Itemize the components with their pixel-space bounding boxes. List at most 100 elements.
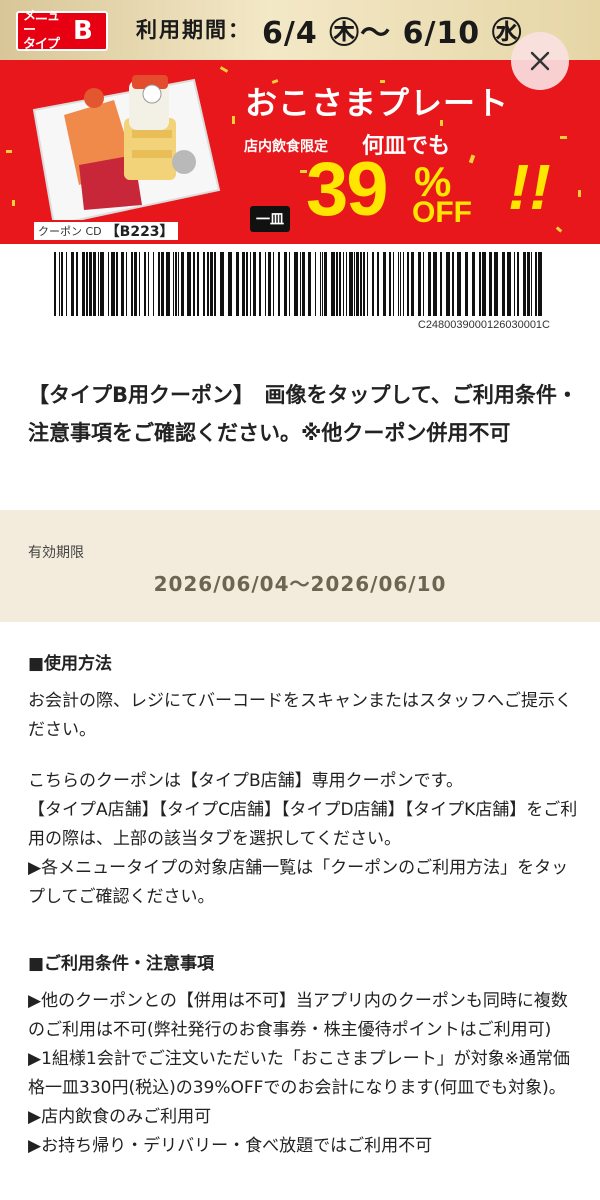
barcode-bar [187,252,191,316]
barcode-bar [538,252,542,316]
confetti-decoration [560,136,567,139]
barcode-bar [320,252,321,316]
close-button[interactable] [511,32,569,90]
barcode-bar [111,252,115,316]
per-plate-badge: 一皿 [250,206,290,232]
barcode-bar [116,252,118,316]
usage-paragraph-1: お会計の際、レジにてバーコードをスキャンまたはスタッフへご提示ください。 [28,691,572,740]
menu-type-badge: メニュー タイプ B [16,9,108,52]
barcode-bar [331,252,335,316]
barcode-bar [265,252,266,316]
barcode-bar [121,252,124,316]
kids-plate-image [32,75,221,227]
discount-off: OFF [412,196,472,229]
validity-label: 有効期限 [28,545,84,561]
close-icon [530,51,550,71]
barcode-bar [339,252,341,316]
validity-panel: 有効期限 2026/06/04〜2026/06/10 [0,510,600,622]
barcode-bar [181,252,184,316]
barcode-bar [158,252,160,316]
barcode-bar [535,252,537,316]
barcode-bar [210,252,213,316]
barcode-bar [428,252,431,316]
barcode-bar [134,252,137,316]
barcode-bar [377,252,379,316]
confetti-decoration [12,200,15,206]
barcode-bar [54,252,56,316]
barcode-bar [393,252,394,316]
promo-title: おこさまプレート [245,84,510,122]
barcode-bar [383,252,386,316]
barcode-bar [308,252,311,316]
barcode-bar [360,252,362,316]
barcode-bar [284,252,287,316]
barcode-bar [502,252,505,316]
coupon-banner[interactable]: メニュー タイプ B 利用期間： 6/4 ㊍〜 6/10 ㊌ おこさまプレート … [0,0,600,244]
discount-number: 39 [306,147,389,232]
barcode-bar [66,252,67,316]
barcode-bar [367,252,368,316]
barcode-bar [207,252,209,316]
confetti-decoration [555,226,563,233]
barcode-bar [166,252,170,316]
barcode-bar [324,252,327,316]
menu-type-letter: B [73,16,93,46]
barcode-bar [220,252,224,316]
barcode-bar [514,252,515,316]
barcode-bar [289,252,290,316]
barcode-bar [322,252,323,316]
conditions-heading: ■ご利用条件・注意事項 [28,954,215,974]
barcode-bar [433,252,437,316]
barcode-bar [273,252,274,316]
barcode-bar [517,252,519,316]
barcode-bar [61,252,63,316]
barcode [54,252,542,316]
menu-type-label: メニュー タイプ [23,9,60,52]
barcode-bar [423,252,424,316]
barcode-bar [527,252,530,316]
barcode-bar [531,252,532,316]
barcode-bar [452,252,454,316]
usage-heading: ■使用方法 [28,654,113,674]
barcode-bar [214,252,216,316]
coupon-code-value: 【B223】 [105,224,174,240]
confetti-decoration [578,190,581,197]
barcode-bar [259,252,261,316]
barcode-bar [253,252,256,316]
barcode-bar [315,252,316,316]
barcode-bar [144,252,146,316]
barcode-bar [400,252,401,316]
barcode-bar [403,252,404,316]
barcode-bar [523,252,526,316]
coupon-details: ■使用方法 お会計の際、レジにてバーコードをスキャンまたはスタッフへご提示くださ… [28,650,578,1161]
barcode-bar [100,252,104,316]
period-bar: メニュー タイプ B 利用期間： 6/4 ㊍〜 6/10 ㊌ [0,0,600,60]
confetti-decoration [6,150,12,153]
barcode-bar [302,252,305,316]
barcode-bar [343,252,344,316]
barcode-bar [197,252,199,316]
barcode-bar [86,252,88,316]
coupon-code-label: クーポン CD [38,225,102,238]
period-label: 利用期間： [136,18,251,42]
barcode-bar [246,252,248,316]
barcode-bar [59,252,60,316]
barcode-bar [489,252,492,316]
barcode-bar [139,252,140,316]
conditions-body: ▶他のクーポンとの【併用は不可】当アプリ内のクーポンも同時に複数のご利用は不可(… [28,991,570,1156]
exclaim-mark: !! [508,151,551,223]
barcode-bar [300,252,301,316]
barcode-bar [372,252,374,316]
barcode-bar [482,252,486,316]
barcode-bar [356,252,359,316]
barcode-bar [479,252,481,316]
barcode-bar [71,252,74,316]
barcode-bar [363,252,365,316]
barcode-bar [349,252,353,316]
barcode-bar [153,252,154,316]
barcode-bar [178,252,179,316]
barcode-bar [242,252,245,316]
validity-range: 2026/06/04〜2026/06/10 [153,572,447,596]
barcode-bar [346,252,347,316]
usage-paragraph-2: こちらのクーポンは【タイプB店舗】専用クーポンです。 【タイプA店舗】【タイプC… [28,771,578,907]
